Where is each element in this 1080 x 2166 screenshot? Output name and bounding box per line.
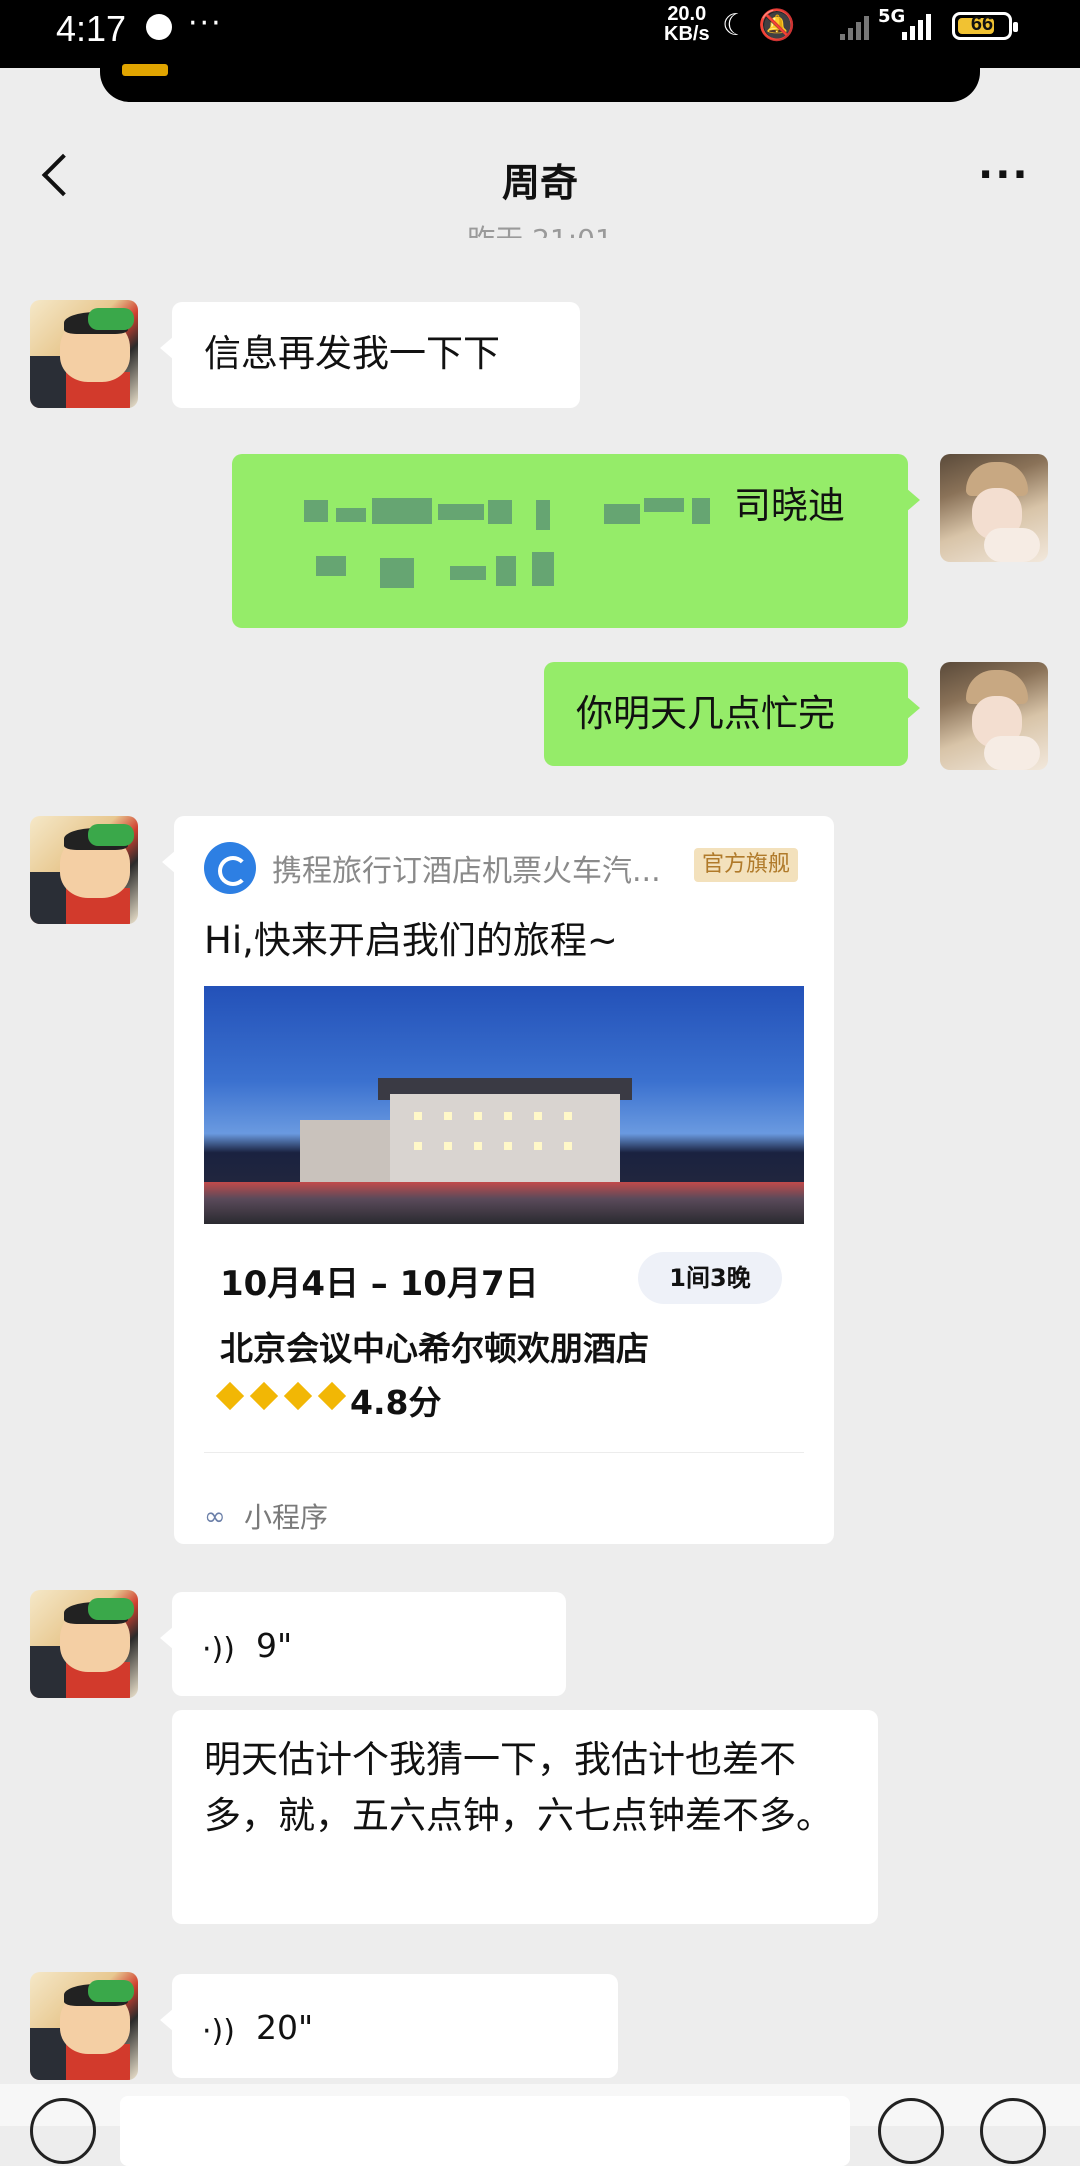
wifi-signal-icon — [840, 16, 869, 40]
peer-voice-message[interactable]: ·)) 20" — [160, 1974, 618, 2078]
mini-program-source: 携程旅行订酒店机票火车汽... — [272, 854, 661, 889]
message-timestamp: 昨天 21:01 — [0, 218, 1080, 238]
peer-text-message[interactable]: 明天估计个我猜一下，我估计也差不多，就，五六点钟，六七点钟差不多。 — [172, 1710, 878, 1924]
status-time: 4:17 — [56, 8, 127, 49]
peer-avatar[interactable] — [30, 1972, 138, 2080]
voice-wave-icon: ·)) — [202, 2014, 235, 2049]
more-options-button[interactable]: ··· — [978, 155, 1030, 195]
add-attachment-button[interactable] — [980, 2098, 1046, 2164]
floating-notification-bar[interactable] — [100, 50, 980, 102]
network-speed-unit: KB/s — [664, 23, 710, 45]
voice-wave-icon: ·)) — [202, 1632, 235, 1667]
voice-duration: 20" — [256, 2008, 314, 2047]
message-text: 司晓迪 — [734, 484, 845, 527]
chat-title: 周奇 — [501, 161, 578, 205]
official-flagship-badge: 官方旗舰 — [694, 848, 799, 882]
battery-level: 66 — [970, 13, 994, 35]
voice-input-button[interactable] — [30, 2098, 96, 2164]
peer-text-message[interactable]: 信息再发我一下下 — [160, 302, 580, 408]
diamond-icon — [249, 1381, 279, 1411]
voice-duration: 9" — [256, 1626, 293, 1665]
peer-avatar[interactable] — [30, 300, 138, 408]
card-title: Hi,快来开启我们的旅程~ — [204, 919, 618, 962]
do-not-disturb-icon: ☾ 🔕 — [722, 8, 796, 43]
self-avatar[interactable] — [940, 662, 1048, 770]
more-notifications-icon: ··· — [188, 6, 223, 41]
peer-avatar[interactable] — [30, 1590, 138, 1698]
network-speed-value: 20.0 — [667, 3, 707, 25]
room-nights-tag: 1间3晚 — [638, 1252, 782, 1304]
diamond-icon — [215, 1381, 245, 1411]
peer-avatar[interactable] — [30, 816, 138, 924]
chat-input-bar — [0, 2084, 1080, 2166]
mini-program-icon: ∞ — [204, 1502, 226, 1532]
message-text: 你明天几点忙完 — [576, 692, 835, 735]
hotel-image — [204, 986, 804, 1224]
card-divider — [204, 1452, 804, 1453]
hotel-name: 北京会议中心希尔顿欢朋酒店 — [220, 1329, 649, 1368]
self-text-message-blurred[interactable]: 司晓迪 — [232, 454, 920, 628]
stay-dates: 10月4日 – 10月7日 — [220, 1264, 539, 1304]
diamond-icon — [283, 1381, 313, 1411]
battery-icon: 66 — [952, 12, 1018, 40]
network-speed: 20.0 KB/s — [664, 4, 710, 44]
rating-diamonds — [215, 1381, 356, 1411]
ctrip-logo-icon — [204, 842, 256, 894]
self-text-message[interactable]: 你明天几点忙完 — [544, 662, 920, 766]
diamond-icon — [317, 1381, 347, 1411]
mini-program-label: 小程序 — [244, 1501, 329, 1534]
notification-app-icon — [146, 14, 172, 40]
hotel-rating: 4.8分 — [350, 1383, 442, 1422]
peer-voice-message[interactable]: ·)) 9" — [160, 1592, 566, 1696]
cell-signal-icon — [902, 14, 931, 40]
chat-header: 周奇 ··· — [0, 102, 1080, 232]
mini-program-card[interactable]: 携程旅行订酒店机票火车汽... 官方旗舰 Hi,快来开启我们的旅程~ 10月4日… — [162, 816, 834, 1544]
message-input[interactable] — [120, 2096, 850, 2166]
message-text: 信息再发我一下下 — [204, 332, 500, 375]
self-avatar[interactable] — [940, 454, 1048, 562]
message-text: 明天估计个我猜一下，我估计也差不多，就，五六点钟，六七点钟差不多。 — [204, 1738, 833, 1837]
emoji-button[interactable] — [878, 2098, 944, 2164]
